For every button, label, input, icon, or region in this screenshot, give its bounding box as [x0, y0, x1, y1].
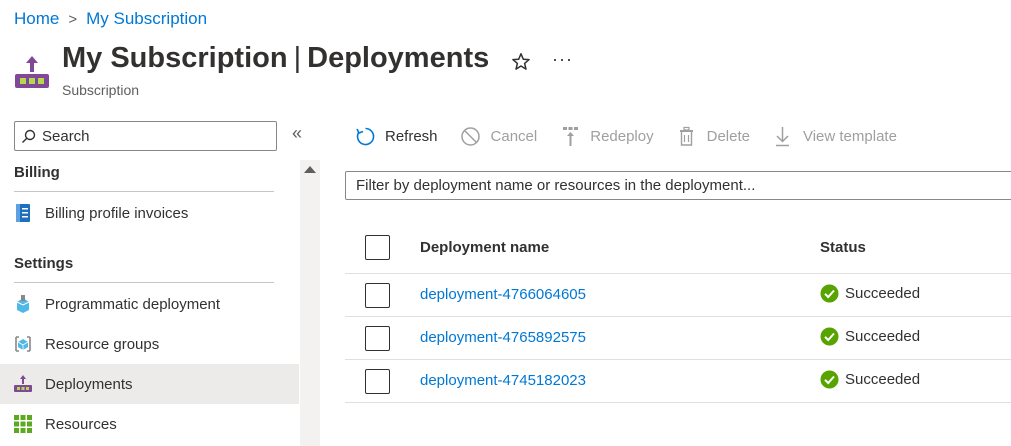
table-row[interactable]: deployment-4745182023 Succeeded: [345, 360, 1011, 403]
column-header-deployment-name[interactable]: Deployment name: [420, 239, 549, 256]
sidebar-nav: Billing Billing profile invoices Setting…: [0, 160, 300, 446]
breadcrumb-subscription-link[interactable]: My Subscription: [86, 9, 207, 29]
cancel-button[interactable]: Cancel: [460, 125, 538, 147]
page-subtitle: Subscription: [62, 82, 140, 98]
programmatic-deployment-icon: [16, 295, 30, 313]
status-cell: Succeeded: [820, 370, 920, 389]
deployments-title-icon: [15, 56, 49, 88]
refresh-label: Refresh: [385, 127, 438, 145]
deployments-icon: [14, 375, 32, 392]
sidebar-item-deployments[interactable]: Deployments: [0, 364, 299, 404]
sidebar-item-programmatic-deployment[interactable]: Programmatic deployment: [0, 284, 299, 324]
deployment-name-link[interactable]: deployment-4766064605: [420, 286, 586, 303]
deployments-table: Deployment name Status deployment-476606…: [345, 226, 1011, 403]
sidebar-item-resources[interactable]: Resources: [0, 404, 299, 444]
deployment-name-link[interactable]: deployment-4745182023: [420, 372, 586, 389]
redeploy-label: Redeploy: [590, 127, 654, 145]
delete-icon: [680, 126, 694, 146]
status-cell: Succeeded: [820, 284, 920, 303]
sidebar-divider: [14, 282, 274, 283]
deployment-filter-input[interactable]: [345, 171, 1011, 200]
search-icon: [22, 129, 36, 143]
column-header-status[interactable]: Status: [820, 239, 866, 256]
status-text: Succeeded: [845, 328, 921, 345]
row-checkbox[interactable]: [365, 283, 390, 308]
success-check-icon: [820, 284, 839, 303]
resources-grid-icon: [14, 415, 32, 433]
redeploy-button[interactable]: Redeploy: [559, 125, 654, 147]
sidebar-section-settings: Settings: [14, 255, 74, 272]
table-row[interactable]: deployment-4766064605 Succeeded: [345, 274, 1011, 317]
page-title-separator: |: [293, 42, 302, 74]
success-check-icon: [820, 327, 839, 346]
status-text: Succeeded: [845, 285, 921, 302]
sidebar-search-input[interactable]: Search: [14, 121, 277, 151]
collapse-sidebar-button[interactable]: «: [292, 123, 302, 144]
status-cell: Succeeded: [820, 327, 920, 346]
refresh-button[interactable]: Refresh: [354, 125, 438, 147]
row-checkbox[interactable]: [365, 326, 390, 351]
more-options-button[interactable]: ···: [552, 49, 573, 70]
page-title-subscription: My Subscription: [62, 42, 288, 74]
cancel-label: Cancel: [490, 127, 538, 145]
invoice-icon: [16, 204, 30, 222]
delete-button[interactable]: Delete: [676, 125, 750, 147]
star-icon[interactable]: [511, 52, 531, 72]
success-check-icon: [820, 370, 839, 389]
deployment-name-link[interactable]: deployment-4765892575: [420, 329, 586, 346]
sidebar-divider: [14, 191, 274, 192]
sidebar-item-label: Deployments: [45, 375, 133, 393]
sidebar-item-label: Billing profile invoices: [45, 204, 189, 222]
redeploy-icon: [562, 126, 578, 146]
resource-groups-icon: [15, 336, 31, 352]
table-row[interactable]: deployment-4765892575 Succeeded: [345, 317, 1011, 360]
breadcrumb: Home > My Subscription: [14, 9, 207, 29]
view-template-label: View template: [802, 127, 897, 145]
sidebar-search-placeholder: Search: [42, 127, 90, 145]
sidebar-item-label: Resource groups: [45, 335, 160, 353]
breadcrumb-separator: >: [68, 10, 78, 28]
sidebar-scrollbar[interactable]: [300, 160, 320, 446]
sidebar-item-billing-profile-invoices[interactable]: Billing profile invoices: [0, 193, 299, 233]
cancel-icon: [461, 126, 480, 146]
breadcrumb-home-link[interactable]: Home: [14, 9, 59, 29]
download-arrow-icon: [776, 126, 790, 146]
sidebar-item-resource-groups[interactable]: Resource groups: [0, 324, 299, 364]
page-title-blade: Deployments: [307, 42, 490, 74]
sidebar-item-label: Programmatic deployment: [45, 295, 221, 313]
row-checkbox[interactable]: [365, 369, 390, 394]
page-title: My Subscription | Deployments: [62, 42, 489, 75]
command-bar: Refresh Cancel Redeploy Delete View temp…: [354, 122, 919, 150]
sidebar-item-label: Resources: [45, 415, 117, 433]
delete-label: Delete: [706, 127, 750, 145]
view-template-button[interactable]: View template: [772, 125, 897, 147]
table-header-row: Deployment name Status: [345, 226, 1011, 274]
status-text: Succeeded: [845, 371, 921, 388]
select-all-checkbox[interactable]: [365, 235, 390, 260]
sidebar-section-billing: Billing: [14, 164, 60, 181]
refresh-icon: [355, 127, 374, 145]
scroll-up-arrow-icon[interactable]: [304, 166, 316, 173]
